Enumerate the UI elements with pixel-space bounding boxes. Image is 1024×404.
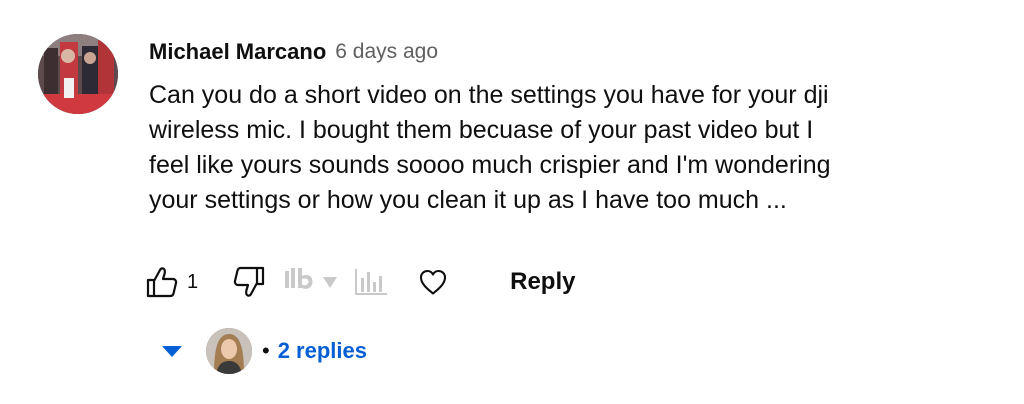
author-name[interactable]: Michael Marcano bbox=[149, 39, 326, 65]
comment-text-line: your settings or how you clean it up as … bbox=[149, 186, 787, 214]
vidiq-logo-icon[interactable] bbox=[284, 268, 316, 296]
reply-button[interactable]: Reply bbox=[510, 268, 575, 296]
vidiq-dropdown-icon[interactable] bbox=[322, 275, 338, 289]
separator-dot: • bbox=[262, 338, 270, 363]
like-count: 1 bbox=[187, 270, 199, 293]
bar-chart-icon[interactable] bbox=[354, 268, 388, 296]
replier-avatar bbox=[206, 328, 252, 374]
replies-toggle[interactable]: • 2 replies bbox=[160, 326, 367, 376]
heart-icon bbox=[420, 269, 447, 295]
like-button[interactable] bbox=[145, 266, 179, 298]
comment-text: Can you do a short video on the settings… bbox=[149, 78, 909, 218]
comment-text-line: wireless mic. I bought them becuase of y… bbox=[149, 116, 814, 144]
thumbs-up-icon bbox=[146, 267, 178, 298]
triangle-down-icon bbox=[160, 343, 184, 359]
comment-header: Michael Marcano 6 days ago bbox=[149, 36, 438, 68]
replies-count-link[interactable]: 2 replies bbox=[278, 338, 367, 364]
thumbs-down-icon bbox=[233, 266, 265, 297]
comment-text-line: Can you do a short video on the settings… bbox=[149, 81, 829, 109]
dislike-button[interactable] bbox=[232, 266, 266, 298]
comment-actions: 1 Reply bbox=[145, 262, 575, 302]
comment-text-line: feel like yours sounds soooo much crispi… bbox=[149, 151, 831, 179]
commenter-avatar[interactable] bbox=[38, 34, 118, 114]
heart-button[interactable] bbox=[418, 268, 448, 296]
comment-timestamp[interactable]: 6 days ago bbox=[335, 40, 438, 64]
